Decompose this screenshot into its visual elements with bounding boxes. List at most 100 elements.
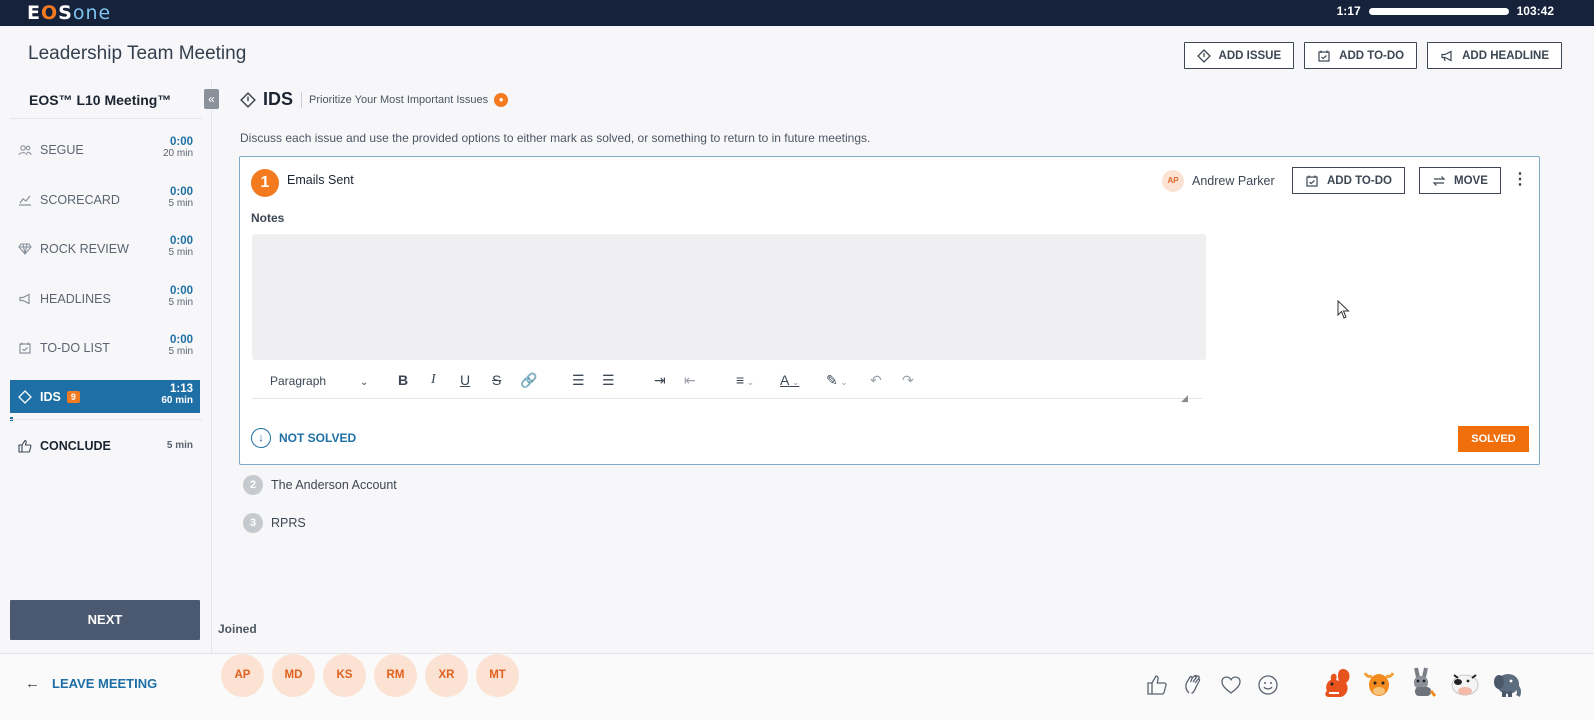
notes-editor[interactable] [252, 234, 1206, 360]
meeting-type-title: EOS™ L10 Meeting™ [29, 92, 172, 108]
section-description: Discuss each issue and use the provided … [240, 131, 871, 145]
indent-icon[interactable]: ⇥ [654, 372, 666, 389]
highlight-icon[interactable]: ✎ ⌄ [826, 372, 848, 389]
avatar[interactable]: MT [476, 654, 519, 697]
numbered-list-icon[interactable]: ☰ [602, 372, 615, 389]
diamond-icon [240, 91, 256, 108]
align-icon[interactable]: ≡ ⌄ [736, 372, 754, 388]
sidebar-item-rock-review[interactable]: ROCK REVIEW 0:00 5 min [10, 231, 200, 267]
page-title: Leadership Team Meeting [28, 43, 247, 64]
avatar[interactable]: MD [272, 654, 315, 697]
list-item[interactable]: 2 The Anderson Account [243, 475, 397, 495]
squirrel-icon[interactable] [1319, 665, 1353, 701]
sidebar-item-ids[interactable]: IDS 9 1:13 60 min [10, 380, 200, 413]
heart-icon[interactable] [1219, 673, 1243, 697]
chevron-down-icon: ⌄ [360, 377, 369, 388]
megaphone-icon [17, 291, 33, 307]
timer-progress-bar [1368, 7, 1509, 15]
issue-number: 2 [243, 475, 263, 495]
reactions [1145, 673, 1280, 697]
people-icon [17, 142, 33, 158]
sidebar-item-scorecard[interactable]: SCORECARD 0:00 5 min [10, 182, 200, 218]
eos-one-logo: EOSone [27, 2, 112, 24]
calendar-check-icon [1318, 50, 1330, 62]
avatar[interactable]: RM [374, 654, 417, 697]
sidebar-item-conclude[interactable]: CONCLUDE 5 min [10, 428, 200, 464]
solved-button[interactable]: SOLVED [1458, 426, 1529, 452]
collapse-sidebar-button[interactable]: « [204, 89, 219, 109]
avatar[interactable]: KS [323, 654, 366, 697]
issue-number: 1 [251, 169, 279, 197]
section-subtitle: Prioritize Your Most Important Issues [301, 91, 488, 108]
issue-title: RPRS [271, 516, 306, 530]
cow-icon[interactable] [1448, 665, 1482, 701]
move-issue-button[interactable]: MOVE [1419, 167, 1501, 194]
outdent-icon[interactable]: ⇤ [684, 372, 696, 389]
sidebar-item-segue[interactable]: SEGUE 0:00 20 min [10, 132, 200, 168]
bullet-list-icon[interactable]: ☰ [572, 372, 585, 389]
italic-icon[interactable]: I [431, 372, 436, 388]
mouse-cursor-icon [1337, 300, 1350, 319]
more-options-icon[interactable]: ⋮ [1512, 171, 1528, 189]
issue-add-todo-button[interactable]: ADD TO-DO [1292, 167, 1405, 194]
agenda-sidebar: EOS™ L10 Meeting™ « SEGUE 0:00 20 min SCO… [0, 80, 219, 653]
clapping-hands-icon[interactable] [1182, 673, 1206, 697]
strikethrough-icon[interactable]: S [492, 372, 501, 388]
double-chevron-left-icon: « [208, 92, 215, 106]
avatar: AP [1162, 170, 1184, 192]
info-icon[interactable]: ● [494, 92, 509, 107]
calendar-check-icon [17, 340, 33, 356]
add-headline-button[interactable]: ADD HEADLINE [1427, 42, 1562, 69]
undo-icon[interactable]: ↶ [870, 372, 882, 389]
animal-reactions [1319, 665, 1525, 701]
calendar-check-icon [1306, 175, 1318, 187]
thumbs-up-icon [17, 438, 33, 454]
bull-icon[interactable] [1362, 665, 1396, 701]
diamond-icon [17, 389, 33, 405]
link-icon[interactable]: 🔗 [520, 372, 537, 389]
issue-title[interactable]: Emails Sent [287, 173, 354, 187]
redo-icon[interactable]: ↷ [902, 372, 914, 389]
attendee-list: AP MD KS RM XR MT [221, 654, 519, 697]
avatar[interactable]: AP [221, 654, 264, 697]
add-issue-button[interactable]: ADD ISSUE [1183, 42, 1295, 69]
chart-icon [17, 192, 33, 208]
section-title: IDS [263, 89, 294, 109]
elapsed-time: 1:17 [1336, 4, 1361, 18]
issue-owner[interactable]: AP Andrew Parker [1162, 170, 1275, 192]
list-item[interactable]: 3 RPRS [243, 513, 306, 533]
notes-label: Notes [251, 211, 285, 225]
megaphone-icon [1441, 50, 1452, 61]
arrow-down-circle-icon: ↓ [251, 428, 271, 448]
avatar[interactable]: XR [425, 654, 468, 697]
bold-icon[interactable]: B [398, 372, 408, 388]
sidebar-item-todo-list[interactable]: TO-DO LIST 0:00 5 min [10, 330, 200, 366]
total-time: 103:42 [1516, 4, 1554, 18]
swap-arrows-icon [1432, 175, 1446, 186]
leave-meeting-button[interactable]: ← LEAVE MEETING [25, 675, 157, 692]
arrow-left-icon: ← [25, 675, 40, 692]
divider [10, 118, 202, 119]
diamond-icon [1196, 48, 1211, 63]
resize-handle-icon[interactable]: ◢ [1181, 393, 1188, 404]
divider [10, 419, 202, 420]
joined-label: Joined [218, 622, 257, 636]
footer: ← LEAVE MEETING AP MD KS RM XR MT [0, 653, 1594, 720]
issue-count-badge: 9 [66, 390, 80, 403]
smile-icon[interactable] [1256, 673, 1280, 697]
header-actions: ADD ISSUE ADD TO-DO ADD HEADLINE [1183, 42, 1562, 69]
issue-title: The Anderson Account [271, 478, 397, 492]
donkey-icon[interactable] [1405, 665, 1439, 701]
add-todo-button[interactable]: ADD TO-DO [1304, 42, 1418, 69]
not-solved-button[interactable]: ↓ NOT SOLVED [251, 428, 356, 448]
paragraph-style-select[interactable]: Paragraph ⌄ [270, 374, 368, 388]
thumbs-up-icon[interactable] [1145, 673, 1169, 697]
text-color-icon[interactable]: A ⌄ [780, 372, 799, 388]
top-bar: EOSone 1:17 103:42 [0, 0, 1594, 26]
ids-heading: IDS Prioritize Your Most Important Issue… [240, 89, 509, 110]
issue-number: 3 [243, 513, 263, 533]
sidebar-item-headlines[interactable]: HEADLINES 0:00 5 min [10, 281, 200, 317]
underline-icon[interactable]: U [460, 372, 470, 388]
elephant-icon[interactable] [1491, 665, 1525, 701]
next-button[interactable]: NEXT [10, 600, 200, 640]
